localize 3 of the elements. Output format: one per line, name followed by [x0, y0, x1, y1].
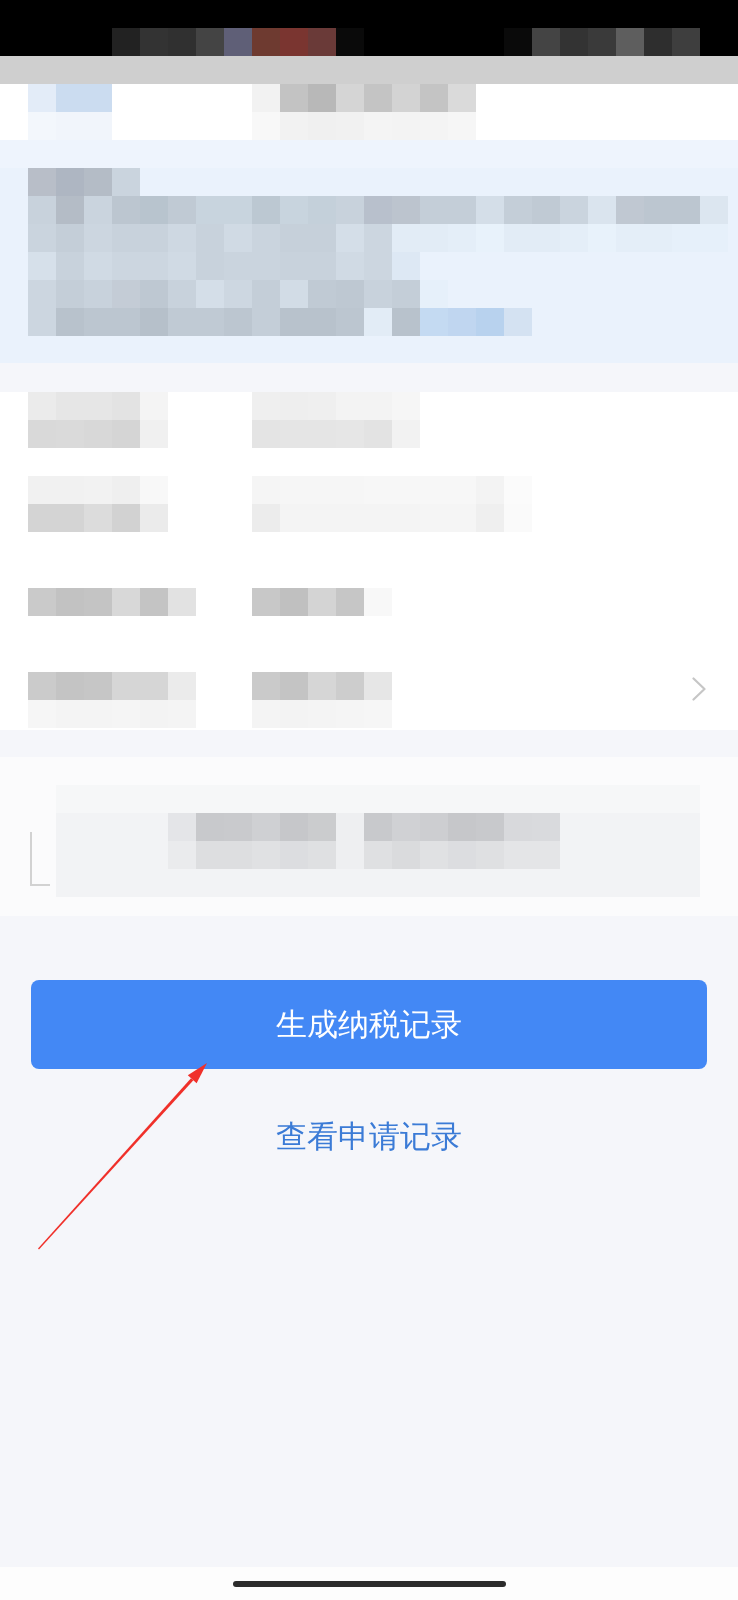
generate-record-button[interactable]: 生成纳税记录: [31, 980, 707, 1069]
bracket-mark: [30, 832, 50, 886]
view-records-link[interactable]: 查看申请记录: [276, 1116, 462, 1156]
